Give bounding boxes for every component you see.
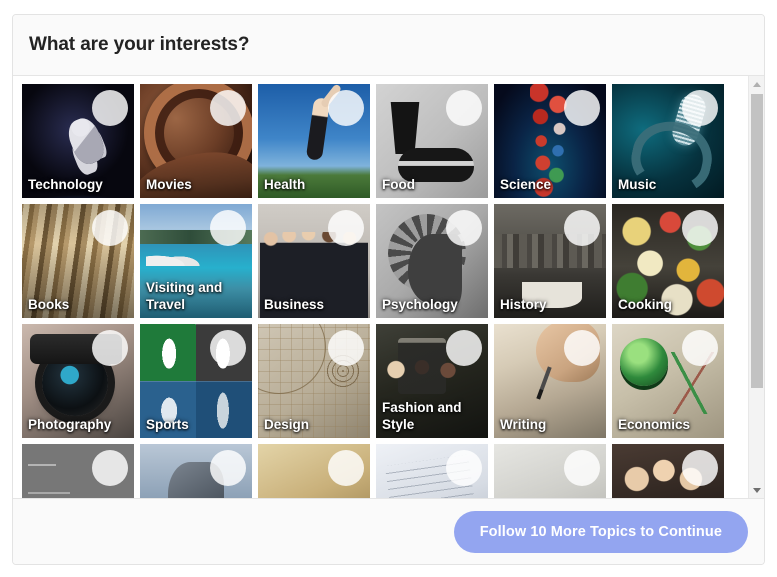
follow-circle-icon[interactable] — [682, 450, 718, 486]
topic-card[interactable]: Food — [376, 84, 488, 198]
caret-down-icon — [753, 487, 761, 493]
follow-circle-icon[interactable] — [92, 90, 128, 126]
topic-card[interactable]: Technology — [22, 84, 134, 198]
topic-card[interactable]: Sports — [140, 324, 252, 438]
follow-circle-icon[interactable] — [446, 210, 482, 246]
topics-viewport: Technology Movies Health Food Science Music Bo… — [13, 76, 738, 498]
topic-card[interactable] — [140, 444, 252, 498]
interests-panel: What are your interests? Technology Movie… — [12, 14, 765, 565]
follow-circle-icon[interactable] — [682, 210, 718, 246]
follow-circle-icon[interactable] — [446, 90, 482, 126]
page-title: What are your interests? — [29, 34, 250, 55]
topic-card[interactable]: Visiting and Travel — [140, 204, 252, 318]
follow-more-topics-continue-button[interactable]: Follow 10 More Topics to Continue — [453, 510, 748, 553]
topic-card[interactable]: Psychology — [376, 204, 488, 318]
follow-circle-icon[interactable] — [328, 90, 364, 126]
topic-card[interactable]: Fashion and Style — [376, 324, 488, 438]
follow-circle-icon[interactable] — [328, 210, 364, 246]
vertical-scrollbar[interactable] — [748, 76, 764, 498]
page-root: What are your interests? Technology Movie… — [0, 0, 777, 577]
follow-circle-icon[interactable] — [446, 450, 482, 486]
follow-circle-icon[interactable] — [682, 330, 718, 366]
scrollbar-thumb[interactable] — [751, 94, 763, 388]
topic-card[interactable]: Health — [258, 84, 370, 198]
topic-card[interactable] — [22, 444, 134, 498]
follow-circle-icon[interactable] — [210, 450, 246, 486]
topic-card[interactable] — [258, 444, 370, 498]
topic-card[interactable]: Cooking — [612, 204, 724, 318]
topic-card[interactable]: Writing — [494, 324, 606, 438]
panel-footer: Follow 10 More Topics to Continue — [13, 498, 764, 564]
follow-circle-icon[interactable] — [210, 210, 246, 246]
topic-card[interactable]: Music — [612, 84, 724, 198]
topics-scroll-area: Technology Movies Health Food Science Music Bo… — [13, 76, 764, 498]
follow-circle-icon[interactable] — [328, 330, 364, 366]
follow-circle-icon[interactable] — [564, 450, 600, 486]
follow-circle-icon[interactable] — [210, 90, 246, 126]
topic-card[interactable]: Science — [494, 84, 606, 198]
topic-card[interactable] — [376, 444, 488, 498]
topic-card[interactable]: Economics — [612, 324, 724, 438]
follow-circle-icon[interactable] — [328, 450, 364, 486]
topic-card[interactable] — [494, 444, 606, 498]
topic-card[interactable]: Design — [258, 324, 370, 438]
follow-circle-icon[interactable] — [92, 210, 128, 246]
scroll-down-button[interactable] — [749, 482, 764, 498]
follow-circle-icon[interactable] — [682, 90, 718, 126]
caret-up-icon — [753, 81, 761, 87]
follow-circle-icon[interactable] — [564, 330, 600, 366]
topic-card[interactable]: Business — [258, 204, 370, 318]
topic-card[interactable]: Movies — [140, 84, 252, 198]
follow-circle-icon[interactable] — [446, 330, 482, 366]
topic-card[interactable]: History — [494, 204, 606, 318]
topic-card[interactable]: Photography — [22, 324, 134, 438]
topic-grid: Technology Movies Health Food Science Music Bo… — [22, 84, 738, 498]
scroll-up-button[interactable] — [749, 76, 764, 92]
topic-card[interactable] — [612, 444, 724, 498]
follow-circle-icon[interactable] — [92, 330, 128, 366]
panel-header: What are your interests? — [13, 15, 764, 76]
follow-circle-icon[interactable] — [564, 210, 600, 246]
follow-circle-icon[interactable] — [210, 330, 246, 366]
follow-circle-icon[interactable] — [564, 90, 600, 126]
follow-circle-icon[interactable] — [92, 450, 128, 486]
topic-card[interactable]: Books — [22, 204, 134, 318]
